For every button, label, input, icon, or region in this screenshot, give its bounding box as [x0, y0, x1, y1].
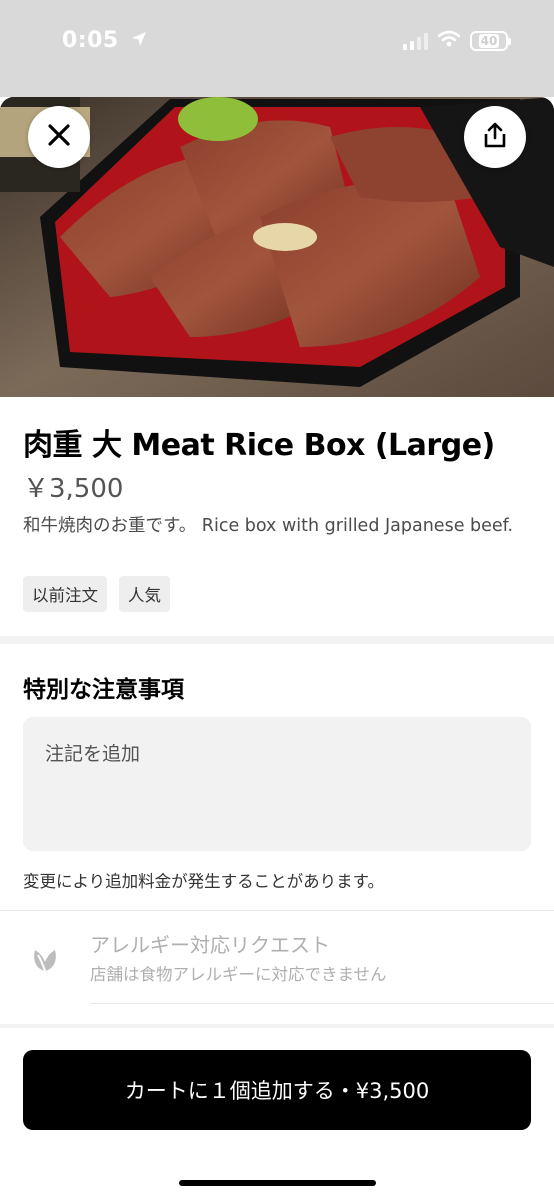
home-indicator — [179, 1180, 376, 1186]
battery-level: 40 — [478, 33, 500, 48]
item-description: 和牛焼肉のお重です。 Rice box with grilled Japanes… — [23, 516, 514, 536]
wifi-icon — [437, 30, 461, 51]
status-time: 0:05 — [62, 28, 147, 53]
location-arrow-icon — [131, 28, 147, 53]
share-button[interactable] — [464, 106, 526, 168]
close-icon — [47, 123, 71, 151]
item-title: 肉重 大 Meat Rice Box (Large) — [23, 428, 495, 463]
battery-icon: 40 — [470, 30, 511, 51]
close-button[interactable] — [28, 106, 90, 168]
share-icon — [483, 122, 507, 152]
section-divider — [0, 636, 554, 644]
cellular-signal-icon — [403, 32, 428, 50]
divider — [90, 1003, 554, 1004]
note-placeholder: 注記を追加 — [45, 743, 141, 765]
allergy-subtitle: 店舗は食物アレルギーに対応できません — [90, 965, 387, 984]
allergy-title: アレルギー対応リクエスト — [90, 933, 330, 957]
allergy-request-row: アレルギー対応リクエスト 店舗は食物アレルギーに対応できません — [0, 911, 554, 1023]
special-instructions-heading: 特別な注意事項 — [23, 677, 184, 703]
item-tags: 以前注文 人気 — [23, 576, 170, 612]
item-price: ￥3,500 — [23, 474, 124, 504]
status-bar: 0:05 40 — [0, 0, 554, 97]
note-input[interactable]: 注記を追加 — [23, 717, 531, 851]
allergy-leaf-icon — [30, 944, 60, 978]
status-time-text: 0:05 — [62, 28, 119, 53]
section-divider — [0, 1024, 554, 1028]
extra-charge-hint: 変更により追加料金が発生することがあります。 — [23, 872, 385, 891]
tag-previously-ordered: 以前注文 — [23, 576, 107, 612]
add-to-cart-button[interactable]: カートに１個追加する・¥3,500 — [23, 1050, 531, 1130]
tag-popular: 人気 — [119, 576, 170, 612]
